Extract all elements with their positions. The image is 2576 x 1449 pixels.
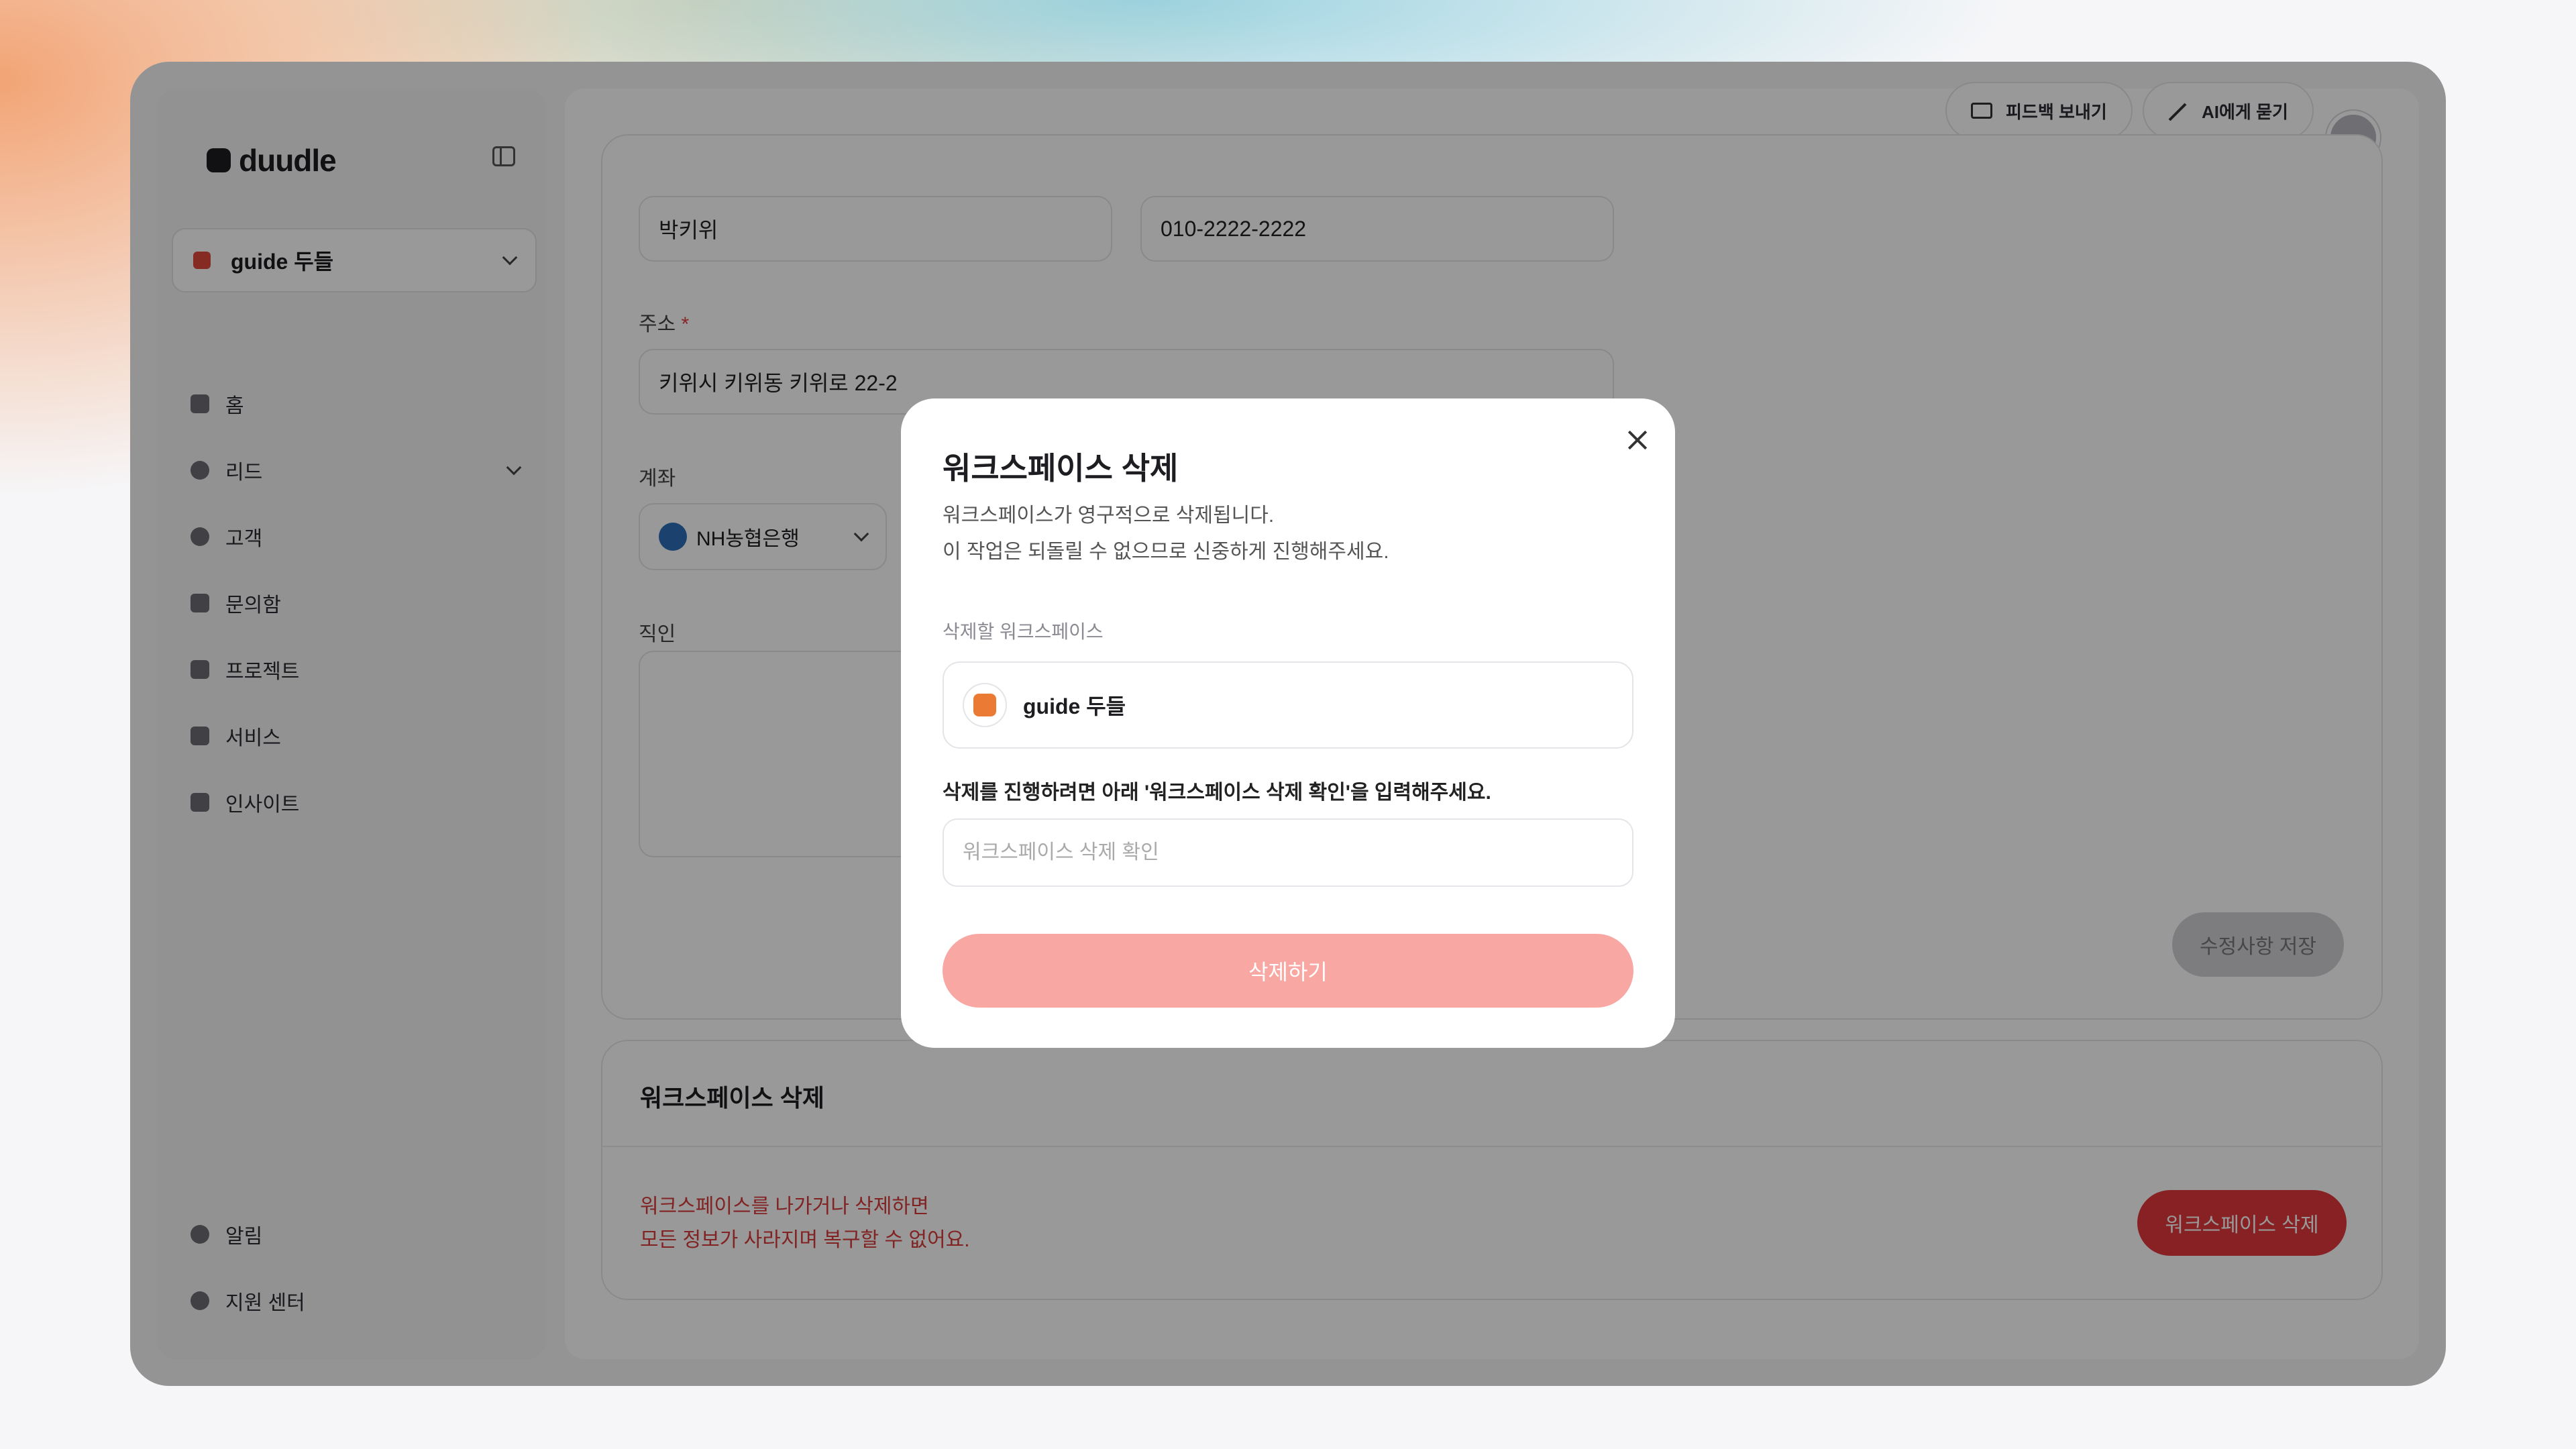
target-workspace-label: 삭제할 워크스페이스 [943,621,1104,642]
workspace-icon [963,683,1007,727]
modal-title: 워크스페이스 삭제 [943,451,1179,486]
delete-workspace-modal: 워크스페이스 삭제 워크스페이스가 영구적으로 삭제됩니다. 이 작업은 되돌릴… [901,398,1675,1048]
target-workspace-card: guide 두들 [943,661,1633,749]
close-icon[interactable] [1623,425,1652,455]
modal-desc-line: 워크스페이스가 영구적으로 삭제됩니다. [943,504,1275,527]
confirm-delete-button[interactable]: 삭제하기 [943,934,1633,1008]
confirm-instruction: 삭제를 진행하려면 아래 '워크스페이스 삭제 확인'을 입력해주세요. [943,782,1491,804]
target-workspace-name: guide 두들 [1023,694,1126,718]
confirm-input[interactable] [943,818,1633,887]
modal-desc-line: 이 작업은 되돌릴 수 없으므로 신중하게 진행해주세요. [943,541,1389,563]
modal-description: 워크스페이스가 영구적으로 삭제됩니다. 이 작업은 되돌릴 수 없으므로 신중… [943,498,1389,570]
